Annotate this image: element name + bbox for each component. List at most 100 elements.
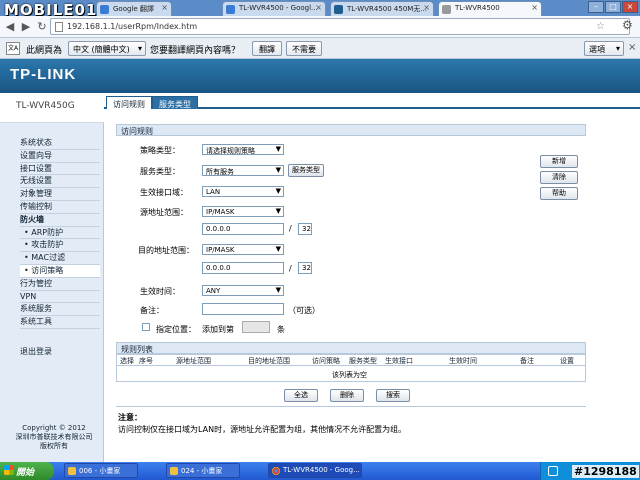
sidebar-item-wireless[interactable]: 无线设置 bbox=[20, 175, 100, 189]
close-icon[interactable]: × bbox=[423, 3, 430, 12]
service-select[interactable]: 所有服务 ▼ bbox=[202, 165, 284, 176]
section-title-rule-list: 规则列表 bbox=[116, 342, 586, 354]
column-header: 备注 bbox=[520, 357, 534, 365]
no-thanks-button[interactable]: 不需要 bbox=[286, 41, 322, 56]
chevron-down-icon: ▼ bbox=[275, 286, 281, 294]
source-ip-input[interactable]: 0.0.0.0 bbox=[202, 223, 284, 235]
tab-router-admin[interactable]: TL-WVR4500 × bbox=[438, 1, 542, 16]
source-mask-input[interactable]: 32 bbox=[298, 223, 312, 235]
taskbar-item-paint-006[interactable]: 006 - 小畫家 bbox=[64, 463, 138, 478]
sidebar-menu: 系统状态 设置向导 接口设置 无线设置 对象管理 传输控制 防火墙 • ARP防… bbox=[20, 137, 100, 329]
destination-slash: / bbox=[289, 264, 292, 273]
tab-service-types[interactable]: 服务类型 bbox=[152, 96, 198, 109]
source-slash: / bbox=[289, 224, 292, 233]
position-checkbox[interactable] bbox=[142, 323, 150, 331]
note-title: 注意： bbox=[118, 413, 142, 422]
taskbar-item-chrome[interactable]: TL-WVR4500 - Goog... bbox=[268, 463, 362, 478]
destination-mask-input[interactable]: 32 bbox=[298, 262, 312, 274]
taskbar-item-paint-024[interactable]: 024 - 小畫家 bbox=[166, 463, 240, 478]
row-suffix: 条 bbox=[277, 325, 285, 334]
column-header: 选择 bbox=[120, 357, 134, 365]
options-button[interactable]: 選項 ▾ bbox=[584, 41, 624, 56]
column-header: 目的地址范围 bbox=[248, 357, 290, 365]
sidebar-item-arp[interactable]: • ARP防护 bbox=[20, 227, 100, 240]
time-label: 生效时间： bbox=[140, 287, 180, 296]
help-button[interactable]: 帮助 bbox=[540, 187, 578, 200]
sidebar-item-services[interactable]: 系统服务 bbox=[20, 303, 100, 317]
window-controls: – □ × bbox=[588, 1, 638, 13]
forward-button[interactable]: ▶ bbox=[18, 19, 34, 35]
search-button[interactable]: 搜索 bbox=[376, 389, 410, 402]
copyright: Copyright © 2012 深圳市普联技术有限公司 版权所有 bbox=[15, 424, 93, 450]
router-tabs: 访问规则 服务类型 bbox=[104, 93, 640, 109]
remark-label: 备注： bbox=[140, 306, 164, 315]
chevron-down-icon: ▼ bbox=[275, 207, 281, 215]
sidebar-item-access-policy[interactable]: • 访问策略 bbox=[20, 264, 100, 278]
note-text: 访问控制仅在接口域为LAN时，源地址允许配置为组，其他情况不允许配置为组。 bbox=[118, 425, 407, 434]
sidebar-item-vpn[interactable]: VPN bbox=[20, 291, 100, 304]
tab-google-search[interactable]: TL-WVR4500 - Googl... × bbox=[222, 1, 326, 16]
column-header: 设置 bbox=[560, 357, 574, 365]
windows-logo-icon bbox=[4, 465, 14, 475]
minimize-button[interactable]: – bbox=[588, 1, 604, 13]
delete-button[interactable]: 删除 bbox=[330, 389, 364, 402]
paint-icon bbox=[170, 467, 178, 475]
chrome-icon bbox=[272, 467, 280, 475]
source-mode-select[interactable]: IP/MASK ▼ bbox=[202, 206, 284, 217]
column-header: 源地址范围 bbox=[176, 357, 211, 365]
chevron-down-icon: ▾ bbox=[137, 44, 142, 53]
service-type-button[interactable]: 服务类型 bbox=[288, 164, 324, 177]
sidebar-item-objects[interactable]: 对象管理 bbox=[20, 188, 100, 201]
time-select[interactable]: ANY ▼ bbox=[202, 285, 284, 296]
reload-button[interactable]: ↻ bbox=[34, 19, 50, 35]
maximize-button[interactable]: □ bbox=[605, 1, 621, 13]
close-icon[interactable]: × bbox=[315, 3, 322, 12]
sidebar-item-mac-filter[interactable]: • MAC过滤 bbox=[20, 252, 100, 265]
chevron-down-icon: ▼ bbox=[275, 145, 281, 153]
policy-select[interactable]: 请选择规则策略 ▼ bbox=[202, 144, 284, 155]
empty-list-text: 该列表为空 bbox=[332, 371, 367, 379]
column-header: 访问策略 bbox=[312, 357, 340, 365]
sidebar-item-transfer[interactable]: 传输控制 bbox=[20, 201, 100, 214]
tab-tplink-product[interactable]: TL-WVR4500 450M无... × bbox=[330, 1, 434, 16]
back-button[interactable]: ◀ bbox=[2, 19, 18, 35]
wrench-icon[interactable]: ⚙ bbox=[622, 18, 633, 32]
column-header: 生效时间 bbox=[449, 357, 477, 365]
sidebar-item-logout[interactable]: 退出登录 bbox=[20, 346, 52, 357]
destination-label: 目的地址范围： bbox=[138, 246, 194, 255]
close-icon[interactable]: × bbox=[628, 42, 636, 53]
destination-mode-select[interactable]: IP/MASK ▼ bbox=[202, 244, 284, 255]
interface-label: 生效接口域： bbox=[140, 188, 188, 197]
address-bar[interactable]: 192.168.1.1/userRpm/Index.htm ☆ bbox=[50, 18, 630, 35]
close-window-button[interactable]: × bbox=[622, 1, 638, 13]
position-input[interactable] bbox=[242, 321, 270, 333]
paint-icon bbox=[68, 467, 76, 475]
policy-label: 策略类型： bbox=[140, 146, 180, 155]
close-icon[interactable]: × bbox=[531, 3, 538, 12]
tab-access-rules[interactable]: 访问规则 bbox=[106, 96, 152, 109]
translate-bar: 文A 此網頁為 中文 (簡體中文) ▾ 您要翻譯網頁內容嗎？ 翻譯 不需要 選項… bbox=[0, 38, 640, 59]
model-name: TL-WVR450G bbox=[0, 93, 104, 123]
destination-ip-input[interactable]: 0.0.0.0 bbox=[202, 262, 284, 274]
language-select[interactable]: 中文 (簡體中文) ▾ bbox=[68, 41, 146, 56]
sidebar-item-firewall[interactable]: 防火墙 bbox=[20, 214, 100, 227]
sidebar-item-wizard[interactable]: 设置向导 bbox=[20, 150, 100, 163]
divider bbox=[116, 406, 586, 407]
chevron-down-icon: ▾ bbox=[615, 44, 620, 53]
select-all-button[interactable]: 全选 bbox=[284, 389, 318, 402]
close-icon[interactable]: × bbox=[161, 3, 168, 12]
network-icon[interactable] bbox=[548, 466, 558, 476]
interface-select[interactable]: LAN ▼ bbox=[202, 186, 284, 197]
sidebar-item-attack[interactable]: • 攻击防护 bbox=[20, 239, 100, 253]
section-title-access-rules: 访问规则 bbox=[116, 124, 586, 136]
bookmark-star-icon[interactable]: ☆ bbox=[596, 21, 605, 32]
sidebar-item-status[interactable]: 系统状态 bbox=[20, 137, 100, 150]
sidebar-item-behavior[interactable]: 行为管控 bbox=[20, 278, 100, 291]
sidebar-item-interface[interactable]: 接口设置 bbox=[20, 163, 100, 176]
watermark: #1298188 bbox=[572, 465, 639, 478]
add-button[interactable]: 新增 bbox=[540, 155, 578, 168]
remark-input[interactable] bbox=[202, 303, 284, 315]
sidebar-item-tools[interactable]: 系统工具 bbox=[20, 316, 100, 329]
clear-button[interactable]: 清除 bbox=[540, 171, 578, 184]
translate-button[interactable]: 翻譯 bbox=[252, 41, 282, 56]
